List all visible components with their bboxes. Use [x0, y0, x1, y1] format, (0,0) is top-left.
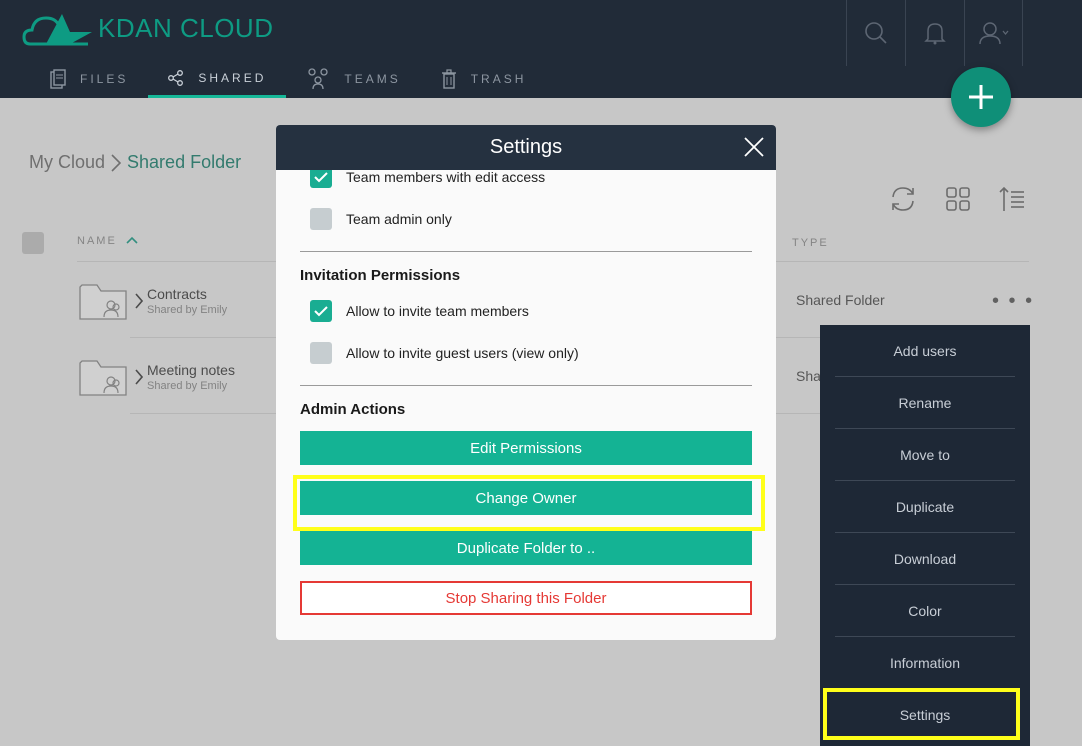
- option-label: Team members with edit access: [346, 169, 546, 185]
- menu-item-information[interactable]: Information: [835, 637, 1015, 689]
- logo-text: KDAN CLOUD: [98, 12, 274, 43]
- main-nav: FILES SHARED TEAMS TRASH: [30, 60, 546, 98]
- tab-shared[interactable]: SHARED: [148, 60, 287, 98]
- invitation-section-title: Invitation Permissions: [300, 267, 461, 284]
- section-divider: [300, 251, 752, 252]
- checkbox-unchecked[interactable]: [310, 208, 332, 230]
- tab-teams[interactable]: TEAMS: [286, 60, 420, 98]
- duplicate-folder-button[interactable]: Duplicate Folder to ..: [300, 531, 752, 565]
- menu-item-duplicate[interactable]: Duplicate: [835, 481, 1015, 533]
- trash-icon: [441, 69, 456, 89]
- menu-item-rename[interactable]: Rename: [835, 377, 1015, 429]
- tab-trash[interactable]: TRASH: [421, 60, 547, 98]
- plus-icon: [969, 85, 993, 109]
- menu-item-add-users[interactable]: Add users: [835, 325, 1015, 377]
- change-owner-highlight: [293, 475, 765, 531]
- option-label: Team admin only: [346, 211, 452, 227]
- top-header: KDAN CLOUD FILES SHARED TEAMS TRASH: [0, 0, 1082, 98]
- tab-shared-label: SHARED: [198, 70, 267, 85]
- menu-item-download[interactable]: Download: [835, 533, 1015, 585]
- settings-modal: Settings Team members with edit access T…: [276, 125, 776, 640]
- option-admin-only[interactable]: Team admin only: [300, 208, 752, 230]
- modal-header: Settings: [276, 125, 776, 170]
- teams-icon: [308, 68, 329, 90]
- menu-item-move-to[interactable]: Move to: [835, 429, 1015, 481]
- share-icon: [168, 69, 184, 86]
- option-invite-guest[interactable]: Allow to invite guest users (view only): [300, 342, 752, 364]
- option-invite-team[interactable]: Allow to invite team members: [300, 300, 752, 322]
- kdan-logo[interactable]: KDAN CLOUD: [22, 8, 273, 48]
- bell-icon[interactable]: [905, 0, 964, 66]
- check-icon: [314, 306, 328, 317]
- tab-files-label: FILES: [80, 72, 129, 86]
- menu-item-color[interactable]: Color: [835, 585, 1015, 637]
- close-icon[interactable]: [744, 137, 764, 157]
- option-label: Allow to invite guest users (view only): [346, 345, 579, 361]
- user-menu-icon[interactable]: [964, 0, 1023, 66]
- settings-highlight: [823, 688, 1020, 740]
- file-icon: [50, 69, 66, 89]
- check-icon: [314, 172, 328, 183]
- checkbox-unchecked[interactable]: [310, 342, 332, 364]
- tab-teams-label: TEAMS: [344, 72, 401, 86]
- stop-sharing-button[interactable]: Stop Sharing this Folder: [300, 581, 752, 615]
- edit-permissions-button[interactable]: Edit Permissions: [300, 431, 752, 465]
- tab-files[interactable]: FILES: [30, 60, 148, 98]
- search-icon[interactable]: [846, 0, 905, 66]
- context-menu: Add users Rename Move to Duplicate Downl…: [820, 325, 1030, 746]
- section-divider: [300, 385, 752, 386]
- checkbox-checked[interactable]: [310, 300, 332, 322]
- admin-section-title: Admin Actions: [300, 401, 406, 418]
- option-label: Allow to invite team members: [346, 303, 529, 319]
- modal-title: Settings: [489, 136, 563, 158]
- cloud-logo-icon: [22, 14, 92, 46]
- add-button[interactable]: [951, 67, 1011, 127]
- tab-trash-label: TRASH: [470, 72, 527, 86]
